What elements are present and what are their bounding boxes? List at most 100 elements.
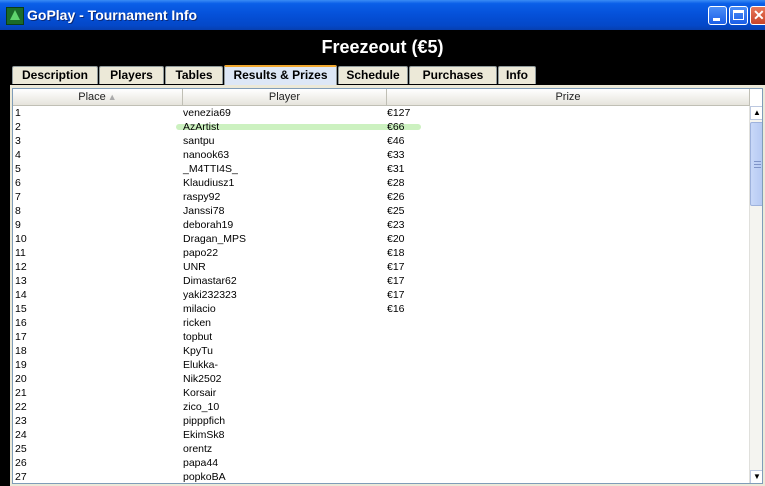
- player-cell: Dragan_MPS: [183, 233, 247, 245]
- table-row[interactable]: 21 Korsair: [13, 386, 750, 400]
- tab-tables[interactable]: Tables: [165, 66, 223, 84]
- tab-purchases[interactable]: Purchases: [409, 66, 497, 84]
- arrow-down-icon: ▼: [753, 472, 761, 481]
- player-cell: AzArtist: [183, 121, 220, 133]
- column-header-player[interactable]: Player: [183, 89, 387, 106]
- place-cell: 25: [15, 443, 27, 455]
- place-cell: 10: [15, 233, 27, 245]
- place-cell: 15: [15, 303, 27, 315]
- table-row[interactable]: 11 papo22 €18: [13, 246, 750, 260]
- prize-cell: €127: [387, 107, 411, 119]
- table-row[interactable]: 4 nanook63 €33: [13, 148, 750, 162]
- table-row[interactable]: 9 deborah19 €23: [13, 218, 750, 232]
- table-row[interactable]: 19 Elukka-: [13, 358, 750, 372]
- tab-schedule[interactable]: Schedule: [338, 66, 408, 84]
- prize-cell: €17: [387, 261, 405, 273]
- place-cell: 2: [15, 121, 21, 133]
- table-row[interactable]: 13 Dimastar62 €17: [13, 274, 750, 288]
- player-cell: pipppfich: [183, 415, 226, 427]
- player-cell: yaki232323: [183, 289, 237, 301]
- table-row[interactable]: 8 Janssi78 €25: [13, 204, 750, 218]
- table-row[interactable]: 27 popkoBA: [13, 470, 750, 483]
- prize-cell: €17: [387, 289, 405, 301]
- close-button[interactable]: ✕: [750, 6, 765, 25]
- place-cell: 4: [15, 149, 21, 161]
- place-cell: 8: [15, 205, 21, 217]
- table-row[interactable]: 3 santpu €46: [13, 134, 750, 148]
- prize-cell: €46: [387, 135, 405, 147]
- player-cell: Dimastar62: [183, 275, 237, 287]
- scroll-down-button[interactable]: ▼: [750, 470, 762, 483]
- place-cell: 9: [15, 219, 21, 231]
- place-cell: 23: [15, 415, 27, 427]
- player-cell: Nik2502: [183, 373, 222, 385]
- player-cell: milacio: [183, 303, 216, 315]
- player-cell: nanook63: [183, 149, 230, 161]
- prize-cell: €23: [387, 219, 405, 231]
- player-cell: topbut: [183, 331, 213, 343]
- tab-results-prizes[interactable]: Results & Prizes: [224, 65, 337, 85]
- prize-cell: €20: [387, 233, 405, 245]
- place-cell: 20: [15, 373, 27, 385]
- place-cell: 21: [15, 387, 27, 399]
- table-row[interactable]: 26 papa44: [13, 456, 750, 470]
- table-row[interactable]: 2 AzArtist €66: [13, 120, 750, 134]
- prize-cell: €33: [387, 149, 405, 161]
- maximize-button[interactable]: [729, 6, 748, 25]
- table-row[interactable]: 10 Dragan_MPS €20: [13, 232, 750, 246]
- place-cell: 6: [15, 177, 21, 189]
- player-cell: raspy92: [183, 191, 221, 203]
- prize-cell: €26: [387, 191, 405, 203]
- scroll-thumb[interactable]: [750, 122, 762, 206]
- table-row[interactable]: 6 Klaudiusz1 €28: [13, 176, 750, 190]
- table-row[interactable]: 15 milacio €16: [13, 302, 750, 316]
- player-cell: Klaudiusz1: [183, 177, 235, 189]
- goplay-app-icon: [6, 7, 24, 25]
- column-header-prize[interactable]: Prize: [387, 89, 750, 106]
- place-cell: 14: [15, 289, 27, 301]
- player-cell: popkoBA: [183, 471, 226, 483]
- table-row[interactable]: 16 ricken: [13, 316, 750, 330]
- place-cell: 17: [15, 331, 27, 343]
- table-row[interactable]: 18 KpyTu: [13, 344, 750, 358]
- player-cell: Janssi78: [183, 205, 225, 217]
- tab-description[interactable]: Description: [12, 66, 98, 84]
- player-cell: ricken: [183, 317, 212, 329]
- title-bar[interactable]: GoPlay - Tournament Info ✕: [0, 0, 765, 30]
- table-row[interactable]: 14 yaki232323 €17: [13, 288, 750, 302]
- table-row[interactable]: 7 raspy92 €26: [13, 190, 750, 204]
- prize-cell: €66: [387, 121, 405, 133]
- table-row[interactable]: 17 topbut: [13, 330, 750, 344]
- place-cell: 19: [15, 359, 27, 371]
- table-row[interactable]: 12 UNR €17: [13, 260, 750, 274]
- maximize-icon: [733, 10, 744, 20]
- player-cell: zico_10: [183, 401, 220, 413]
- player-cell: EkimSk8: [183, 429, 225, 441]
- table-row[interactable]: 23 pipppfich: [13, 414, 750, 428]
- tab-info[interactable]: Info: [498, 66, 536, 84]
- table-row[interactable]: 22 zico_10: [13, 400, 750, 414]
- table-row[interactable]: 5 _M4TTI4S_ €31: [13, 162, 750, 176]
- column-header-place[interactable]: Place ▲: [13, 89, 183, 106]
- table-row[interactable]: 1 venezia69 €127: [13, 106, 750, 120]
- prize-cell: €17: [387, 275, 405, 287]
- player-cell: KpyTu: [183, 345, 213, 357]
- tab-players[interactable]: Players: [99, 66, 164, 84]
- table-row[interactable]: 20 Nik2502: [13, 372, 750, 386]
- place-cell: 22: [15, 401, 27, 413]
- prize-cell: €18: [387, 247, 405, 259]
- minimize-button[interactable]: [708, 6, 727, 25]
- player-cell: deborah19: [183, 219, 234, 231]
- vertical-scrollbar[interactable]: ▲ ▼: [749, 106, 762, 483]
- player-cell: Elukka-: [183, 359, 219, 371]
- player-cell: orentz: [183, 443, 213, 455]
- tournament-info-window: GoPlay - Tournament Info ✕ Freezeout (€5…: [0, 0, 765, 486]
- prize-cell: €28: [387, 177, 405, 189]
- scroll-up-button[interactable]: ▲: [750, 106, 762, 120]
- table-row[interactable]: 25 orentz: [13, 442, 750, 456]
- table-row[interactable]: 24 EkimSk8: [13, 428, 750, 442]
- place-cell: 1: [15, 107, 21, 119]
- player-cell: santpu: [183, 135, 215, 147]
- tournament-name: Freezeout (€5): [321, 37, 444, 57]
- player-cell: _M4TTI4S_: [183, 163, 238, 175]
